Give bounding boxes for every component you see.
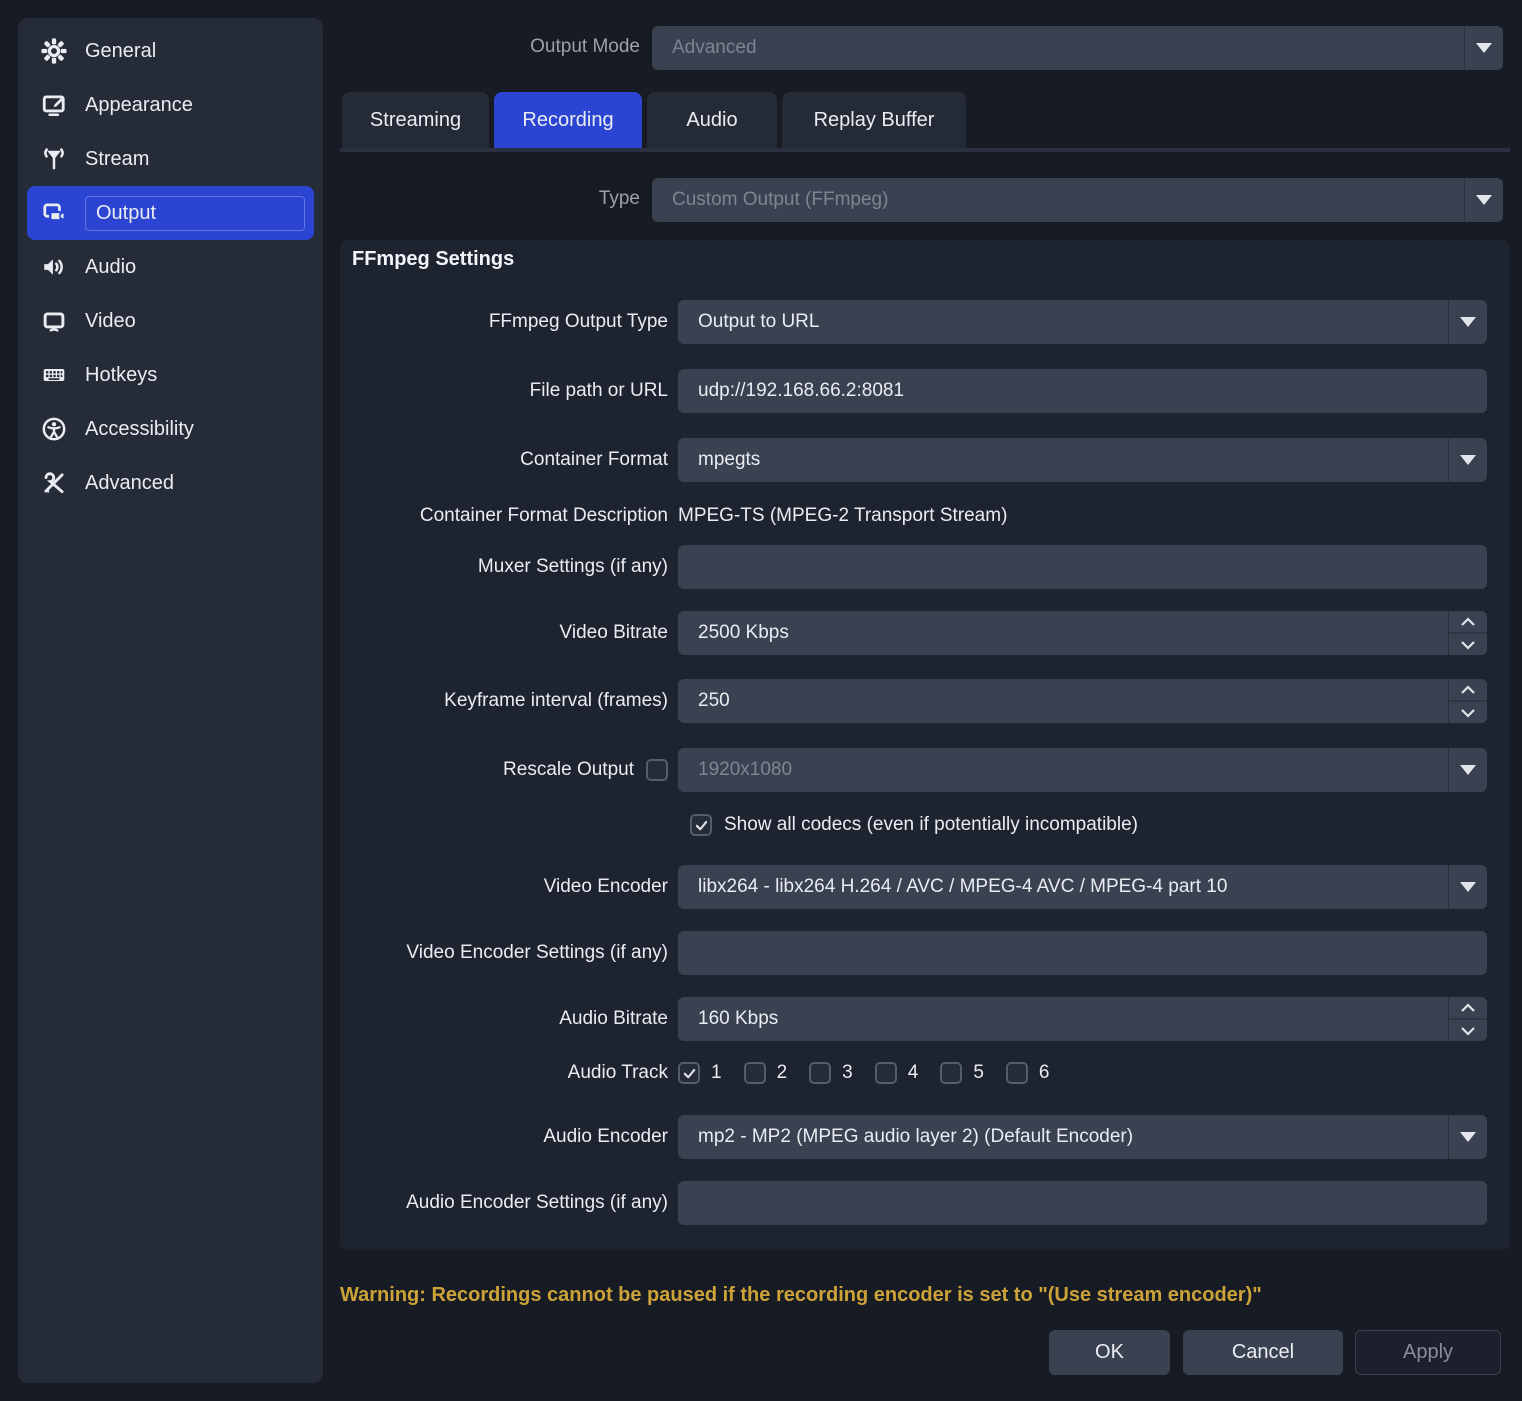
- sidebar-item-label: Video: [85, 310, 136, 333]
- container-format-description-value: MPEG-TS (MPEG-2 Transport Stream): [678, 505, 1007, 527]
- sidebar-item-label: Audio: [85, 256, 136, 279]
- audio-track-checkboxes: 1 2 3 4 5 6: [678, 1062, 1049, 1084]
- container-format-label: Container Format: [352, 449, 668, 471]
- chevron-down-icon: [1464, 26, 1503, 70]
- chevron-down-icon: [1448, 865, 1487, 909]
- sidebar-item-video[interactable]: Video: [18, 294, 323, 348]
- tools-icon: [40, 469, 68, 497]
- show-all-codecs-checkbox[interactable]: [690, 814, 712, 836]
- output-mode-label: Output Mode: [340, 36, 640, 58]
- muxer-settings-input[interactable]: [678, 545, 1487, 589]
- cancel-button[interactable]: Cancel: [1183, 1330, 1343, 1375]
- tab-streaming[interactable]: Streaming: [342, 92, 489, 148]
- sidebar-item-appearance[interactable]: Appearance: [18, 78, 323, 132]
- stepper-buttons: [1448, 611, 1487, 655]
- sidebar-item-label: Accessibility: [85, 418, 194, 441]
- tab-audio[interactable]: Audio: [647, 92, 777, 148]
- show-all-codecs-label: Show all codecs (even if potentially inc…: [724, 814, 1138, 836]
- sidebar-item-label: Output: [85, 196, 305, 231]
- audio-encoder-select[interactable]: mp2 - MP2 (MPEG audio layer 2) (Default …: [678, 1115, 1487, 1159]
- video-encoder-select[interactable]: libx264 - libx264 H.264 / AVC / MPEG-4 A…: [678, 865, 1487, 909]
- audio-track-label: Audio Track: [352, 1062, 668, 1084]
- container-format-select[interactable]: mpegts: [678, 438, 1487, 482]
- ffmpeg-settings-panel: FFmpeg Settings FFmpeg Output Type Outpu…: [340, 240, 1510, 1250]
- file-path-input[interactable]: [678, 369, 1487, 413]
- sidebar-item-label: General: [85, 40, 156, 63]
- panel-title: FFmpeg Settings: [352, 248, 514, 271]
- keyboard-icon: [40, 361, 68, 389]
- audio-track-4-checkbox[interactable]: [875, 1062, 897, 1084]
- accessibility-icon: [40, 415, 68, 443]
- chevron-down-icon: [1448, 1115, 1487, 1159]
- keyframe-interval-label: Keyframe interval (frames): [352, 690, 668, 712]
- antenna-icon: [40, 145, 68, 173]
- monitor-icon: [40, 307, 68, 335]
- ffmpeg-output-type-label: FFmpeg Output Type: [352, 311, 668, 333]
- stepper-buttons: [1448, 679, 1487, 723]
- file-path-label: File path or URL: [352, 380, 668, 402]
- screen-cast-icon: [40, 199, 68, 227]
- increment-button[interactable]: [1449, 679, 1487, 700]
- decrement-button[interactable]: [1449, 1018, 1487, 1041]
- output-tabs: Streaming Recording Audio Replay Buffer: [342, 92, 966, 148]
- chevron-down-icon: [1448, 748, 1487, 792]
- sidebar-item-hotkeys[interactable]: Hotkeys: [18, 348, 323, 402]
- audio-track-5-checkbox[interactable]: [940, 1062, 962, 1084]
- sidebar-item-stream[interactable]: Stream: [18, 132, 323, 186]
- audio-track-2-checkbox[interactable]: [744, 1062, 766, 1084]
- chevron-down-icon: [1448, 300, 1487, 344]
- sidebar-item-label: Appearance: [85, 94, 193, 117]
- video-encoder-label: Video Encoder: [352, 876, 668, 898]
- decrement-button[interactable]: [1449, 632, 1487, 655]
- recording-type-select[interactable]: Custom Output (FFmpeg): [652, 178, 1503, 222]
- container-format-description-label: Container Format Description: [352, 505, 668, 527]
- audio-bitrate-label: Audio Bitrate: [352, 1008, 668, 1030]
- ok-button[interactable]: OK: [1049, 1330, 1170, 1375]
- decrement-button[interactable]: [1449, 700, 1487, 723]
- sidebar-item-label: Hotkeys: [85, 364, 157, 387]
- apply-button[interactable]: Apply: [1355, 1330, 1501, 1375]
- increment-button[interactable]: [1449, 611, 1487, 632]
- video-bitrate-label: Video Bitrate: [352, 622, 668, 644]
- audio-bitrate-stepper[interactable]: 160 Kbps: [678, 997, 1487, 1041]
- audio-encoder-label: Audio Encoder: [352, 1126, 668, 1148]
- audio-encoder-settings-input[interactable]: [678, 1181, 1487, 1225]
- output-mode-select[interactable]: Advanced: [652, 26, 1503, 70]
- video-encoder-settings-label: Video Encoder Settings (if any): [352, 942, 668, 964]
- keyframe-interval-stepper[interactable]: 250: [678, 679, 1487, 723]
- ffmpeg-output-type-select[interactable]: Output to URL: [678, 300, 1487, 344]
- sidebar-item-accessibility[interactable]: Accessibility: [18, 402, 323, 456]
- rescale-output-checkbox[interactable]: [646, 759, 668, 781]
- rescale-output-label: Rescale Output: [503, 759, 634, 781]
- chevron-down-icon: [1448, 438, 1487, 482]
- obs-settings-window: General Appearance Stream: [0, 0, 1522, 1401]
- type-label: Type: [340, 188, 640, 210]
- increment-button[interactable]: [1449, 997, 1487, 1018]
- tab-pane-border: [340, 148, 1510, 152]
- audio-track-3-checkbox[interactable]: [809, 1062, 831, 1084]
- tab-recording[interactable]: Recording: [494, 92, 642, 148]
- sidebar-item-label: Advanced: [85, 472, 174, 495]
- speaker-icon: [40, 253, 68, 281]
- stepper-buttons: [1448, 997, 1487, 1041]
- sidebar-item-label: Stream: [85, 148, 149, 171]
- video-bitrate-stepper[interactable]: 2500 Kbps: [678, 611, 1487, 655]
- audio-track-6-checkbox[interactable]: [1006, 1062, 1028, 1084]
- muxer-settings-label: Muxer Settings (if any): [352, 556, 668, 578]
- chevron-down-icon: [1464, 178, 1503, 222]
- gear-icon: [40, 37, 68, 65]
- sidebar-item-general[interactable]: General: [18, 24, 323, 78]
- rescale-resolution-select[interactable]: 1920x1080: [678, 748, 1487, 792]
- audio-track-1-checkbox[interactable]: [678, 1062, 700, 1084]
- sidebar-item-output[interactable]: Output: [27, 186, 314, 240]
- settings-sidebar: General Appearance Stream: [18, 18, 323, 1383]
- sidebar-item-advanced[interactable]: Advanced: [18, 456, 323, 510]
- sidebar-item-audio[interactable]: Audio: [18, 240, 323, 294]
- audio-encoder-settings-label: Audio Encoder Settings (if any): [352, 1192, 668, 1214]
- video-encoder-settings-input[interactable]: [678, 931, 1487, 975]
- tab-replay-buffer[interactable]: Replay Buffer: [782, 92, 966, 148]
- recording-warning-text: Warning: Recordings cannot be paused if …: [340, 1284, 1262, 1307]
- display-edit-icon: [40, 91, 68, 119]
